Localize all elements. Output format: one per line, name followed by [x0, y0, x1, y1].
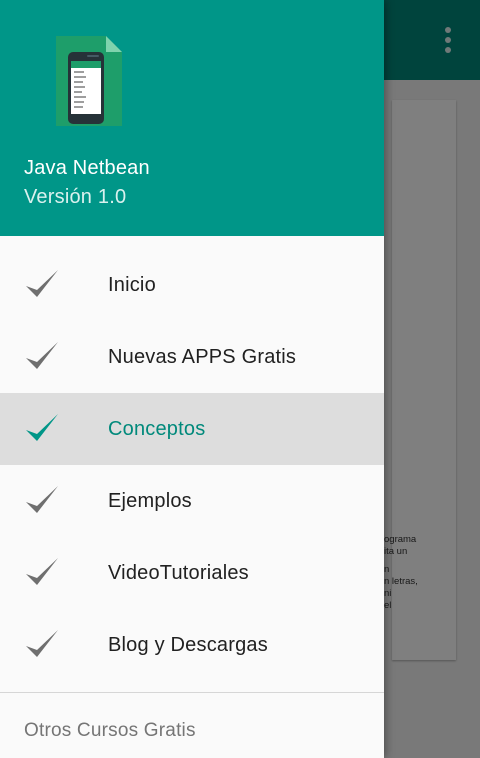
check-icon: [26, 414, 58, 441]
drawer-app-name: Java Netbean: [24, 157, 150, 179]
menu-item-label: Blog y Descargas: [108, 633, 268, 656]
check-icon: [26, 630, 58, 657]
check-icon: [26, 342, 58, 369]
menu-item-nuevas-apps-gratis[interactable]: Nuevas APPS Gratis: [0, 321, 384, 393]
drawer-app-version: Versión 1.0: [24, 186, 127, 208]
check-icon: [26, 558, 58, 585]
menu-divider: [0, 692, 384, 693]
menu-item-ejemplos[interactable]: Ejemplos: [0, 465, 384, 537]
phone-app-icon: [56, 36, 122, 126]
menu-item-label: Ejemplos: [108, 489, 192, 512]
check-icon: [26, 486, 58, 513]
menu-item-blog-y-descargas[interactable]: Blog y Descargas: [0, 609, 384, 681]
menu-item-label: Conceptos: [108, 417, 206, 440]
check-icon: [26, 270, 58, 297]
menu-item-inicio[interactable]: Inicio: [0, 249, 384, 321]
navigation-drawer: Java Netbean Versión 1.0 Inicio Nuevas A…: [0, 0, 384, 758]
section-header-otros-cursos: Otros Cursos Gratis: [24, 720, 196, 741]
menu-item-label: VideoTutoriales: [108, 561, 249, 584]
menu-item-videotutoriales[interactable]: VideoTutoriales: [0, 537, 384, 609]
menu-item-label: Inicio: [108, 273, 156, 296]
menu-item-conceptos[interactable]: Conceptos: [0, 393, 384, 465]
drawer-menu: Inicio Nuevas APPS Gratis Conceptos Ejem…: [0, 249, 384, 681]
menu-item-label: Nuevas APPS Gratis: [108, 345, 297, 368]
drawer-header: Java Netbean Versión 1.0: [0, 0, 384, 236]
